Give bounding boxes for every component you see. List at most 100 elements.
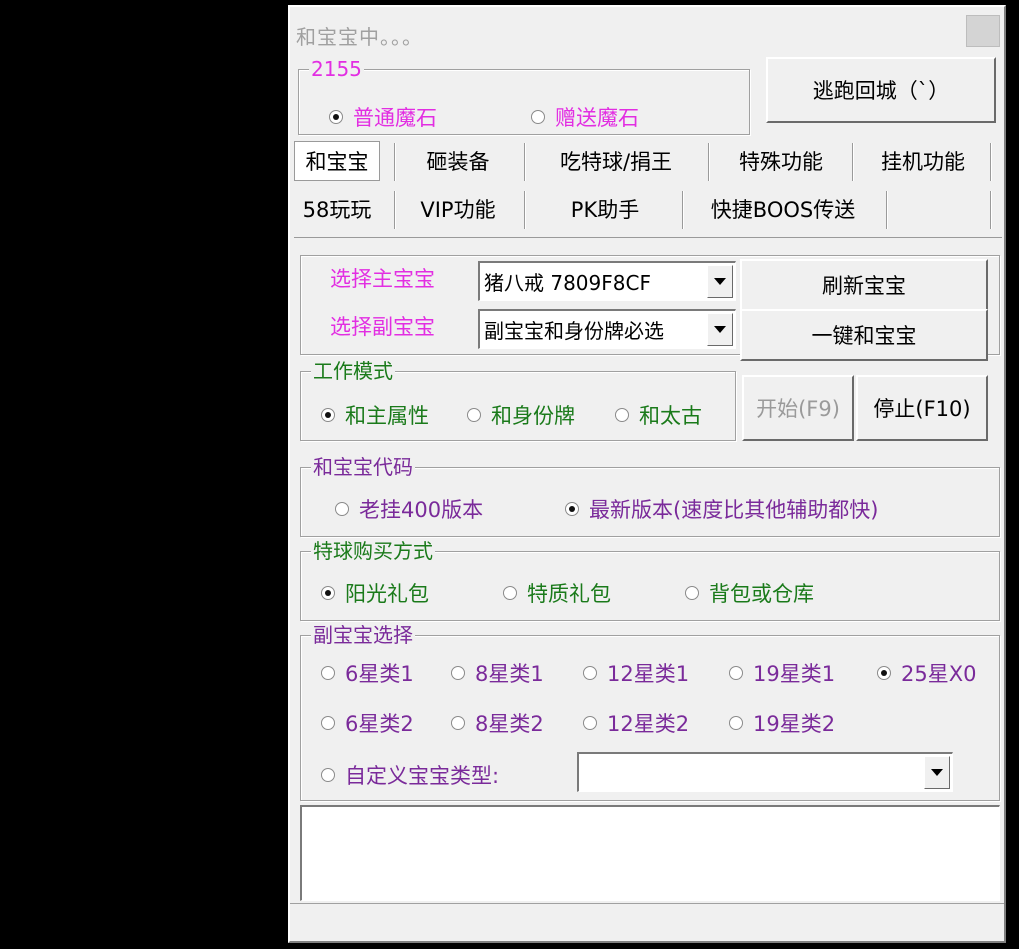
custom-type-select[interactable] xyxy=(577,752,953,792)
tab-boss-teleport[interactable]: 快捷BOOS传送 xyxy=(688,189,878,229)
title-bar[interactable]: 和宝宝中。。。 xyxy=(290,7,1004,53)
sub-pet-choice-group: 副宝宝选择 6星类1 8星类1 12星类1 19星类1 25星X0 6星类2 8… xyxy=(300,622,1000,801)
dropdown-button[interactable] xyxy=(707,265,733,298)
radio-12star-1[interactable]: 12星类1 xyxy=(583,658,689,688)
radio-indicator xyxy=(321,768,335,782)
radio-id-card[interactable]: 和身份牌 xyxy=(467,400,575,430)
radio-25star-x0[interactable]: 25星X0 xyxy=(877,658,976,688)
radio-label: 和主属性 xyxy=(345,404,429,428)
radio-6star-1[interactable]: 6星类1 xyxy=(321,658,414,688)
radio-indicator xyxy=(321,716,335,730)
radio-old-400[interactable]: 老挂400版本 xyxy=(335,494,483,524)
radio-indicator xyxy=(685,586,699,600)
buy-group: 特球购买方式 阳光礼包 特质礼包 背包或仓库 xyxy=(300,538,1000,621)
code-group: 和宝宝代码 老挂400版本 最新版本(速度比其他辅助都快) xyxy=(300,454,1000,537)
tab-zazhuangbei[interactable]: 砸装备 xyxy=(398,141,518,181)
buy-group-legend: 特球购买方式 xyxy=(311,538,435,564)
close-button[interactable] xyxy=(966,15,1000,47)
tab-vip[interactable]: VIP功能 xyxy=(398,189,518,229)
sub-pet-select[interactable]: 副宝宝和身份牌必选 xyxy=(478,309,736,349)
window-title: 和宝宝中。。。 xyxy=(296,25,423,49)
radio-12star-2[interactable]: 12星类2 xyxy=(583,708,689,738)
radio-sunshine[interactable]: 阳光礼包 xyxy=(321,578,429,608)
radio-special[interactable]: 特质礼包 xyxy=(503,578,611,608)
radio-label: 19星类2 xyxy=(753,712,836,736)
radio-label: 8星类2 xyxy=(475,712,544,736)
radio-8star-1[interactable]: 8星类1 xyxy=(451,658,544,688)
radio-label: 和身份牌 xyxy=(491,404,575,428)
radio-indicator xyxy=(321,408,335,422)
radio-label: 6星类2 xyxy=(345,712,414,736)
radio-indicator xyxy=(531,110,545,124)
radio-19star-1[interactable]: 19星类1 xyxy=(729,658,835,688)
radio-label: 和太古 xyxy=(639,404,702,428)
tab-hebaobao[interactable]: 和宝宝 xyxy=(294,141,380,181)
radio-indicator xyxy=(503,586,517,600)
tab-separator xyxy=(708,143,710,181)
radio-normal-stone[interactable]: 普通魔石 xyxy=(329,102,437,132)
radio-label: 6星类1 xyxy=(345,662,414,686)
tab-pk[interactable]: PK助手 xyxy=(530,189,680,229)
start-button[interactable]: 开始(F9) xyxy=(742,375,854,441)
radio-label: 19星类1 xyxy=(753,662,836,686)
escape-button[interactable]: 逃跑回城（`） xyxy=(766,57,996,123)
dropdown-button[interactable] xyxy=(924,756,950,789)
radio-custom-type[interactable]: 自定义宝宝类型: xyxy=(321,760,499,790)
tab-separator xyxy=(394,191,396,229)
radio-label: 背包或仓库 xyxy=(709,582,814,606)
radio-indicator xyxy=(877,666,891,680)
tab-separator xyxy=(524,191,526,229)
radio-label: 阳光礼包 xyxy=(345,582,429,606)
tab-separator xyxy=(990,143,992,181)
radio-6star-2[interactable]: 6星类2 xyxy=(321,708,414,738)
radio-label: 老挂400版本 xyxy=(359,498,484,522)
radio-indicator xyxy=(729,666,743,680)
tab-separator xyxy=(682,191,684,229)
main-pet-select[interactable]: 猪八戒 7809F8CF xyxy=(478,261,736,301)
chevron-down-icon xyxy=(714,326,726,333)
radio-indicator xyxy=(615,408,629,422)
work-mode-group: 工作模式 和主属性 和身份牌 和太古 xyxy=(300,358,736,441)
radio-indicator xyxy=(329,110,343,124)
chevron-down-icon xyxy=(931,769,943,776)
radio-19star-2[interactable]: 19星类2 xyxy=(729,708,835,738)
radio-backpack[interactable]: 背包或仓库 xyxy=(685,578,814,608)
sub-pet-choice-legend: 副宝宝选择 xyxy=(311,622,415,648)
tab-58wanwan[interactable]: 58玩玩 xyxy=(294,189,380,229)
radio-label: 赠送魔石 xyxy=(555,106,639,130)
radio-8star-2[interactable]: 8星类2 xyxy=(451,708,544,738)
work-mode-legend: 工作模式 xyxy=(311,358,395,384)
radio-latest[interactable]: 最新版本(速度比其他辅助都快) xyxy=(565,494,878,524)
main-pet-value: 猪八戒 7809F8CF xyxy=(484,271,651,295)
tab-separator xyxy=(886,191,888,229)
tab-teshu[interactable]: 特殊功能 xyxy=(712,141,850,181)
radio-label: 普通魔石 xyxy=(353,106,437,130)
tab-separator xyxy=(990,191,992,229)
dropdown-button[interactable] xyxy=(707,313,733,346)
radio-indicator xyxy=(321,586,335,600)
radio-indicator xyxy=(583,716,597,730)
radio-indicator xyxy=(335,502,349,516)
radio-indicator xyxy=(451,666,465,680)
refresh-pet-button[interactable]: 刷新宝宝 xyxy=(740,259,988,311)
stone-group-legend: 2155 xyxy=(309,56,364,82)
radio-label: 12星类2 xyxy=(607,712,690,736)
radio-label: 最新版本(速度比其他辅助都快) xyxy=(589,498,879,522)
tab-separator xyxy=(524,143,526,181)
tab-separator xyxy=(394,143,396,181)
radio-taigu[interactable]: 和太古 xyxy=(615,400,702,430)
radio-main-attr[interactable]: 和主属性 xyxy=(321,400,429,430)
stop-button[interactable]: 停止(F10) xyxy=(856,375,988,441)
radio-label: 25星X0 xyxy=(901,662,977,686)
radio-gift-stone[interactable]: 赠送魔石 xyxy=(531,102,639,132)
tab-chiteqiu[interactable]: 吃特球/捐王 xyxy=(530,141,702,181)
one-key-merge-button[interactable]: 一键和宝宝 xyxy=(740,309,988,361)
radio-indicator xyxy=(583,666,597,680)
sub-pet-label: 选择副宝宝 xyxy=(330,315,435,339)
radio-label: 自定义宝宝类型: xyxy=(345,764,500,788)
tab-panel-border xyxy=(294,237,1002,238)
log-textarea[interactable] xyxy=(300,805,1000,901)
radio-label: 特质礼包 xyxy=(527,582,611,606)
tab-guaji[interactable]: 挂机功能 xyxy=(858,141,988,181)
code-group-legend: 和宝宝代码 xyxy=(311,454,415,480)
